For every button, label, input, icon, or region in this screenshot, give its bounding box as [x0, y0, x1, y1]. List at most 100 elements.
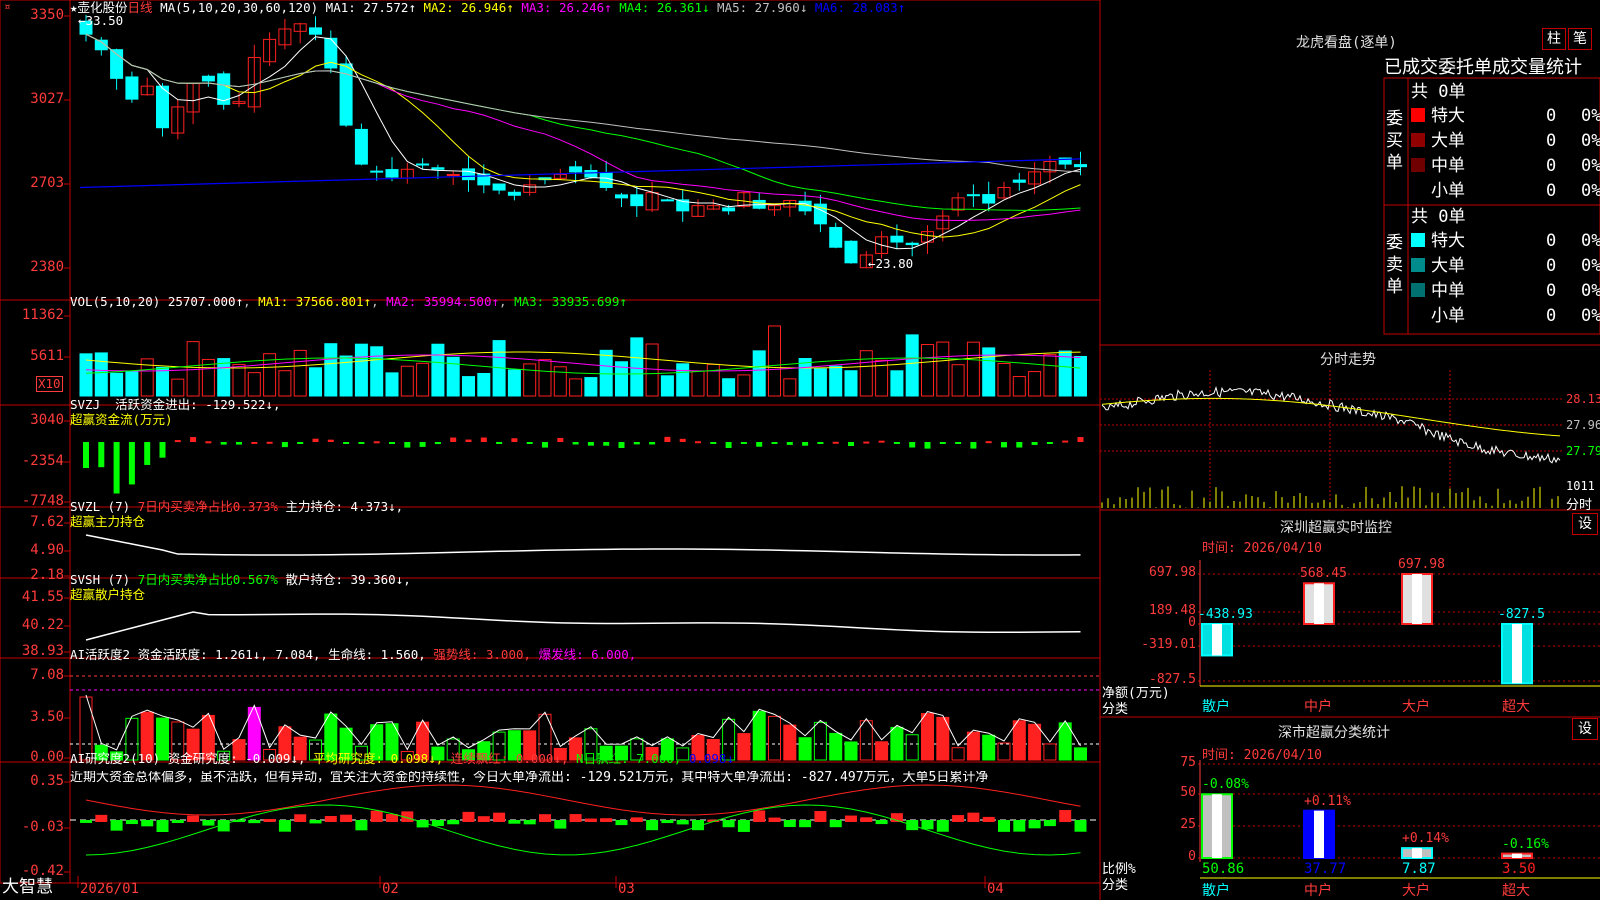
activity-bar — [752, 710, 766, 761]
fund-flow-bar — [542, 442, 548, 448]
sz-class-change: -0.08% — [1202, 777, 1249, 793]
research-red-line — [85, 784, 1081, 816]
row-percent: 0% — [1581, 156, 1600, 176]
sz-monitor-value: 568.45 — [1300, 566, 1347, 582]
ma-line — [85, 33, 1081, 211]
sz-class-change: +0.11% — [1304, 793, 1351, 809]
y-tick: 41.55 — [21, 589, 64, 605]
research-bar — [860, 817, 873, 822]
row-label: 小单 — [1431, 181, 1465, 201]
period-label[interactable]: 日线 — [128, 0, 153, 15]
candlestick — [354, 128, 368, 165]
research-bar — [340, 814, 353, 822]
research-bar — [584, 818, 597, 822]
volume-bar — [186, 341, 200, 397]
header-marker: ¤ — [4, 0, 11, 13]
sz-class-settings-button[interactable]: 设 — [1572, 718, 1598, 740]
volume-bar — [1058, 350, 1072, 397]
y-tick: 11362 — [21, 307, 64, 323]
volume-bar — [768, 325, 781, 397]
candlestick — [890, 235, 904, 243]
fund-flow-bar — [312, 438, 319, 442]
fund-flow-bar — [389, 442, 395, 444]
activity-bar — [859, 720, 873, 761]
research-bar — [248, 820, 261, 824]
color-swatch — [1411, 133, 1425, 147]
volume-bar — [783, 378, 797, 397]
volume-ma-line — [85, 351, 1081, 369]
sz-class-category: 超大 — [1502, 883, 1530, 899]
sz-monitor-value: -827.5 — [1498, 607, 1545, 622]
fund-flow-bar — [1016, 442, 1023, 448]
sz-monitor-settings-button[interactable]: 设 — [1572, 513, 1598, 535]
sz-monitor-y-tick: 697.98 — [1149, 565, 1196, 580]
activity-bar — [1074, 747, 1087, 761]
main-hold-line — [85, 534, 1081, 556]
row-count: 0 — [1546, 156, 1557, 176]
candlestick — [599, 172, 613, 188]
y-tick: -2354 — [21, 453, 64, 469]
research-bar — [523, 820, 536, 825]
volume-bar — [278, 370, 292, 397]
fund-flow-bar — [281, 442, 288, 448]
high-mark: ←33.50 — [78, 13, 124, 28]
volume-bar — [400, 365, 414, 397]
research-bar — [355, 820, 368, 831]
sz-monitor-category: 大户 — [1402, 699, 1430, 715]
research-bar — [80, 820, 92, 823]
dragon-title: 龙虎看盘(逐单) — [1296, 35, 1397, 51]
bar-mode-button[interactable]: 柱 — [1542, 28, 1566, 50]
research-bar — [95, 814, 108, 822]
sz-class-value: 7.87 — [1402, 861, 1436, 877]
color-swatch — [1411, 258, 1425, 272]
row-count: 0 — [1546, 306, 1557, 326]
sz-monitor-y-tick: -319.01 — [1141, 637, 1196, 652]
volume-bar — [645, 343, 659, 397]
ma-params: MA(5,10,20,30,60,120) — [160, 0, 319, 15]
y-tick: 7.62 — [30, 514, 64, 530]
candlestick — [905, 242, 919, 246]
row-count: 0 — [1546, 281, 1557, 301]
sz-class-change: +0.14% — [1402, 831, 1449, 847]
row-label: 特大 — [1431, 106, 1465, 126]
row-label: 中单 — [1431, 281, 1465, 301]
fund-flow-bar — [603, 442, 610, 446]
buy-row: 大单 0 0% — [1411, 129, 1600, 153]
research-bar — [125, 820, 138, 825]
svzj-sub: 超赢资金流(万元) — [70, 412, 173, 427]
research-bar — [1059, 810, 1072, 822]
volume-bar — [966, 341, 980, 397]
brand-logo[interactable]: 大智慧 — [2, 879, 53, 896]
row-label: 小单 — [1431, 306, 1465, 326]
candlestick — [462, 168, 475, 181]
research-bar — [156, 820, 169, 832]
candlestick — [569, 166, 583, 173]
research-bar — [431, 820, 444, 826]
fund-flow-bar — [128, 442, 135, 485]
sz-class-xlabel: 分类 — [1102, 878, 1129, 893]
volume-bar — [1043, 354, 1057, 397]
y-tick: -0.03 — [21, 819, 64, 835]
volume-bar — [309, 367, 322, 397]
fund-flow-bar — [297, 442, 304, 444]
fund-flow-bar — [205, 441, 212, 444]
volume-bar — [431, 343, 445, 397]
volume-bar — [997, 363, 1011, 397]
color-swatch — [1411, 283, 1425, 297]
intraday-title: 分时走势 — [1320, 352, 1376, 368]
activity-bar — [783, 724, 797, 761]
volume-bar — [921, 344, 934, 397]
row-count: 0 — [1546, 256, 1557, 276]
fund-flow-bar — [1062, 440, 1069, 443]
research-bar — [783, 820, 796, 828]
intraday-avg-line — [1101, 397, 1561, 437]
fund-flow-bar — [343, 442, 350, 444]
y-tick: 7.08 — [30, 667, 64, 683]
row-count: 0 — [1546, 231, 1557, 251]
volume-bar — [844, 370, 858, 397]
tick-mode-button[interactable]: 笔 — [1568, 28, 1592, 50]
row-label: 大单 — [1431, 131, 1465, 151]
sz-monitor-xlabel: 分类 — [1102, 702, 1129, 717]
color-swatch — [1411, 108, 1425, 122]
y-tick: 4.90 — [30, 542, 64, 558]
